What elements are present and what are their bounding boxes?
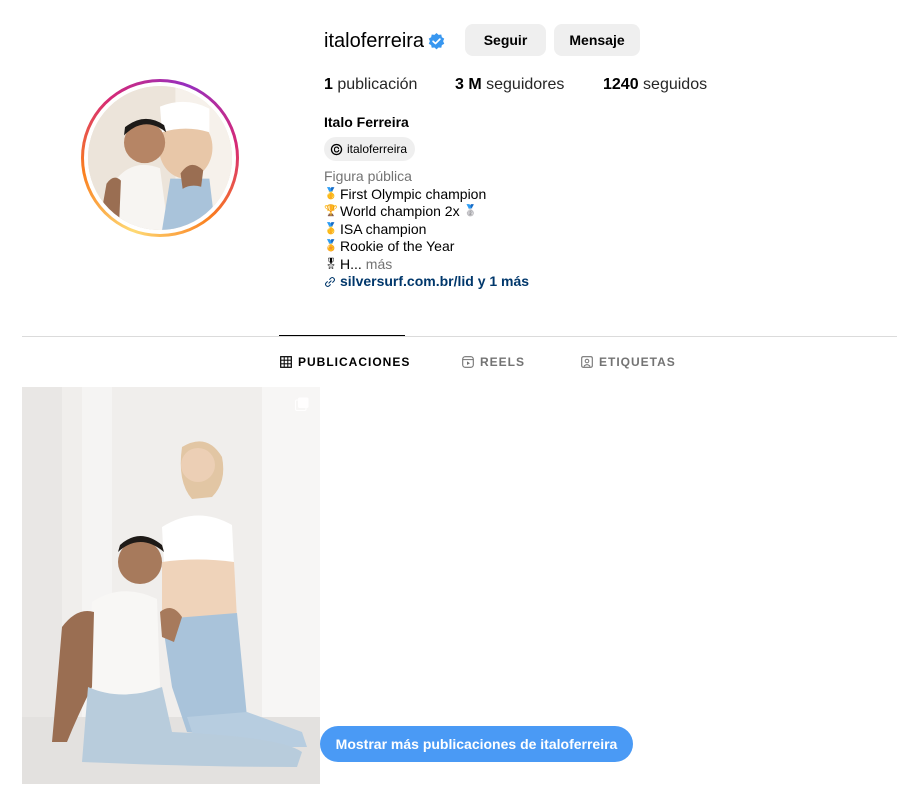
bio-line-text: H... (340, 255, 362, 272)
bio: Figura pública 🥇 First Olympic champion … (324, 168, 529, 291)
verified-badge-icon (428, 33, 445, 50)
bio-line-text: Rookie of the Year (340, 238, 455, 254)
bio-line-text: ISA champion (340, 220, 427, 237)
bio-line: 🏆 World champion 2x 🥈 (324, 203, 529, 221)
posts-count: 1 (324, 76, 333, 93)
post-photo (22, 387, 320, 784)
following-count: 1240 (603, 76, 639, 93)
message-button[interactable]: Mensaje (554, 24, 640, 56)
threads-badge[interactable]: italoferreira (324, 137, 416, 161)
tab-reels[interactable]: REELS (462, 355, 525, 369)
following-label: seguidos (643, 76, 708, 93)
reels-icon (462, 356, 474, 368)
bio-category: Figura pública (324, 168, 412, 184)
tab-label: PUBLICACIONES (298, 355, 411, 369)
military-medal-icon: 🎖 (324, 257, 338, 270)
silver-medal-icon: 🥈 (463, 205, 478, 217)
tagged-icon (581, 356, 593, 368)
stat-followers[interactable]: 3 M seguidores (455, 76, 564, 94)
gold-medal-icon: 🥇 (324, 222, 338, 235)
bio-line: 🥇 ISA champion (324, 221, 529, 239)
active-tab-indicator (279, 335, 405, 336)
show-more-posts-button[interactable]: Mostrar más publicaciones de italoferrei… (320, 726, 633, 762)
stat-following[interactable]: 1240 seguidos (603, 76, 707, 94)
tab-label: ETIQUETAS (599, 355, 676, 369)
avatar-gap (84, 82, 236, 234)
stat-posts: 1 publicación (324, 76, 417, 94)
gold-medal-icon: 🥇 (324, 187, 338, 200)
trophy-icon: 🏆 (324, 205, 338, 217)
tab-publicaciones[interactable]: PUBLICACIONES (280, 355, 410, 369)
tabs-divider (22, 336, 897, 337)
bio-line: 🥇 First Olympic champion (324, 186, 529, 204)
bio-line: 🏅 Rookie of the Year (324, 238, 529, 256)
post-thumbnail[interactable] (22, 387, 320, 784)
carousel-icon (295, 397, 309, 411)
bio-line: 🎖 H... más (324, 256, 529, 274)
threads-handle: italoferreira (347, 142, 408, 156)
tab-label: REELS (480, 355, 526, 369)
medal-icon: 🏅 (324, 240, 338, 252)
grid-icon (280, 356, 292, 368)
bio-more-link[interactable]: más (366, 256, 392, 274)
avatar-illustration (88, 86, 232, 230)
bio-line-text: World champion 2x (340, 203, 460, 219)
username: italoferreira (324, 30, 425, 52)
bio-website-link[interactable]: silversurf.com.br/lid y 1 más (340, 273, 529, 291)
bio-line-text: First Olympic champion (340, 185, 487, 202)
link-icon (324, 276, 336, 287)
avatar-photo (88, 86, 232, 230)
tab-etiquetas[interactable]: ETIQUETAS (581, 355, 676, 369)
bio-link-row[interactable]: silversurf.com.br/lid y 1 más (324, 273, 529, 291)
follow-button[interactable]: Seguir (465, 24, 546, 56)
full-name: Italo Ferreira (324, 114, 409, 130)
threads-icon (330, 143, 343, 155)
posts-label: publicación (337, 76, 418, 93)
followers-label: seguidores (486, 76, 565, 93)
profile-avatar[interactable] (81, 79, 239, 237)
followers-count: 3 M (455, 76, 482, 93)
